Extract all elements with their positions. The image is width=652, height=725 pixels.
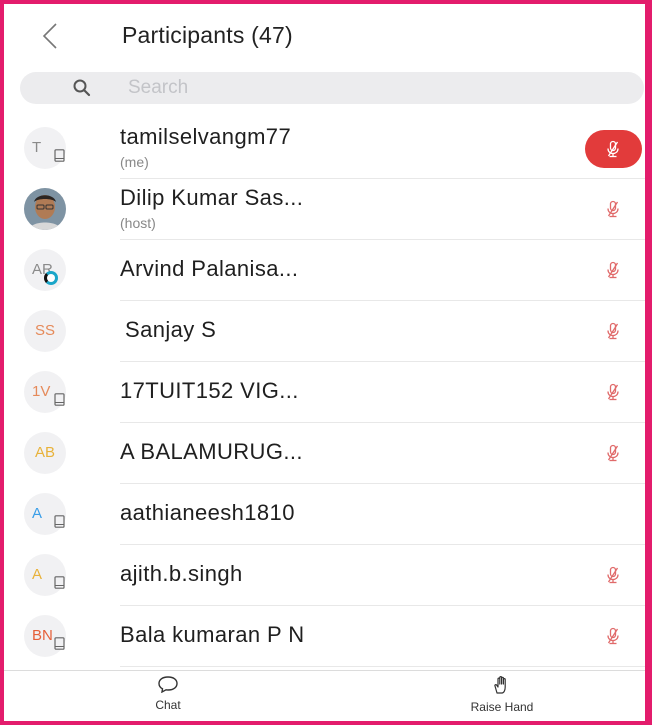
participant-name: Sanjay S: [125, 317, 217, 342]
avatar-initials: A: [32, 566, 43, 583]
avatar: SS: [24, 310, 66, 352]
participant-name: A BALAMURUG...: [120, 439, 303, 464]
mute-toggle-button[interactable]: [585, 130, 642, 168]
chat-tab[interactable]: Chat: [108, 675, 228, 712]
participant-row[interactable]: AB A BALAMURUG...: [4, 423, 645, 484]
mic-muted-icon: [603, 321, 623, 341]
mic-muted-icon: [603, 443, 623, 463]
avatar: A: [24, 554, 66, 596]
participant-row[interactable]: SS Sanjay S: [4, 301, 645, 362]
raise-hand-tab[interactable]: Raise Hand: [442, 675, 562, 714]
mobile-device-icon: [54, 149, 65, 162]
participant-role-label: (me): [120, 154, 149, 170]
participant-name: Dilip Kumar Sas...: [120, 185, 304, 210]
participant-row[interactable]: 1V 17TUIT152 VIG...: [4, 362, 645, 423]
avatar-initials: SS: [34, 322, 56, 339]
avatar: BN: [24, 615, 66, 657]
mic-muted-icon: [603, 382, 623, 402]
participant-name: tamilselvangm77: [120, 124, 292, 149]
bottom-tab-bar: Chat Raise Hand: [4, 670, 645, 721]
header: Participants (47): [4, 4, 645, 68]
participant-row[interactable]: Aajith.b.singh: [4, 545, 645, 606]
app-frame: Participants (47) Ttamilselvangm77 (me) Di…: [0, 0, 652, 725]
page-title: Participants (47): [122, 22, 293, 48]
avatar: AR: [24, 249, 66, 291]
avatar-initials: AB: [34, 444, 56, 461]
avatar-initials: BN: [32, 627, 53, 644]
participant-row[interactable]: Aaathianeesh1810: [4, 484, 645, 545]
avatar-initials: 1V: [32, 383, 51, 400]
participant-name: Arvind Palanisa...: [120, 256, 299, 281]
participant-role-label: (host): [120, 215, 156, 231]
avatar: T: [24, 127, 66, 169]
mobile-device-icon: [54, 393, 65, 406]
chat-tab-label: Chat: [155, 698, 181, 712]
row-divider: [120, 666, 645, 667]
participant-name: 17TUIT152 VIG...: [120, 378, 299, 403]
participant-name: Bala kumaran P N: [120, 622, 305, 647]
participant-row[interactable]: Ttamilselvangm77 (me): [4, 118, 645, 179]
participant-name: aathianeesh1810: [120, 500, 295, 525]
raise-hand-icon: [494, 676, 506, 694]
avatar-initials: T: [32, 139, 42, 156]
mic-muted-icon: [603, 199, 623, 219]
mic-muted-icon: [603, 139, 623, 159]
search-input[interactable]: [128, 72, 608, 104]
raise-hand-tab-label: Raise Hand: [470, 700, 534, 714]
avatar-initials: A: [32, 505, 43, 522]
mic-muted-icon: [603, 626, 623, 646]
chevron-left-icon[interactable]: [32, 18, 68, 54]
mic-muted-icon: [603, 565, 623, 585]
status-ring-icon: [44, 271, 58, 285]
participant-row[interactable]: BN Bala kumaran P N: [4, 606, 645, 667]
mobile-device-icon: [54, 637, 65, 650]
chat-bubble-icon: [158, 676, 178, 694]
search-icon: [73, 79, 91, 97]
search-bar[interactable]: [20, 72, 644, 104]
mic-muted-icon: [603, 260, 623, 280]
participant-row[interactable]: AR Arvind Palanisa...: [4, 240, 645, 301]
participant-list: Ttamilselvangm77 (me) Dilip Kumar Sas... (h…: [4, 118, 645, 667]
mobile-device-icon: [54, 576, 65, 589]
participant-row[interactable]: Dilip Kumar Sas... (host): [4, 179, 645, 240]
mobile-device-icon: [54, 515, 65, 528]
avatar: 1V: [24, 371, 66, 413]
participant-name: ajith.b.singh: [120, 561, 243, 586]
avatar: A: [24, 493, 66, 535]
avatar: [24, 188, 66, 230]
avatar: AB: [24, 432, 66, 474]
